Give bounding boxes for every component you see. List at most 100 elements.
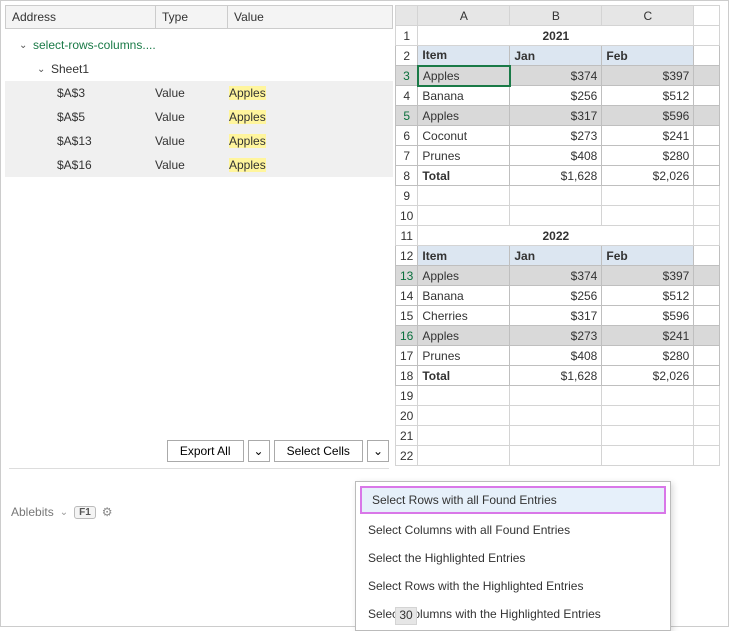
gear-icon[interactable]: ⚙ — [102, 505, 113, 519]
export-all-button[interactable]: Export All — [167, 440, 244, 462]
row-header-18[interactable]: 18 — [396, 366, 418, 386]
col-header-A[interactable]: A — [418, 6, 510, 26]
cell-jan[interactable]: $317 — [510, 306, 602, 326]
export-all-dropdown[interactable]: ⌄ — [248, 440, 270, 462]
chevron-down-icon[interactable]: ⌄ — [37, 64, 47, 75]
cell-feb[interactable]: $397 — [602, 266, 694, 286]
row-header-15[interactable]: 15 — [396, 306, 418, 326]
col-value-header[interactable]: Value — [228, 6, 393, 29]
cell-item[interactable]: Apples — [418, 266, 510, 286]
cell-feb[interactable]: $280 — [602, 146, 694, 166]
cell-total-feb[interactable]: $2,026 — [602, 166, 694, 186]
menu-select-rows-highlighted[interactable]: Select Rows with the Highlighted Entries — [356, 572, 670, 600]
row-header-11[interactable]: 11 — [396, 226, 418, 246]
cell-item[interactable]: Apples — [418, 106, 510, 126]
cell-feb[interactable]: $280 — [602, 346, 694, 366]
cell-item[interactable]: Prunes — [418, 346, 510, 366]
cell-item[interactable]: Banana — [418, 86, 510, 106]
cell-total-label2[interactable]: Total — [418, 366, 510, 386]
cell-jan[interactable]: $256 — [510, 286, 602, 306]
cell-feb[interactable]: $241 — [602, 326, 694, 346]
row-header-13[interactable]: 13 — [396, 266, 418, 286]
row-header-21[interactable]: 21 — [396, 426, 418, 446]
result-value: Apples — [229, 134, 266, 148]
workbook-node[interactable]: ⌄ select-rows-columns.... — [5, 33, 393, 57]
spreadsheet-grid[interactable]: ABC120212ItemJanFeb3Apples$374$3974Banan… — [395, 5, 725, 466]
cell-feb[interactable]: $512 — [602, 286, 694, 306]
row-header-2[interactable]: 2 — [396, 46, 418, 66]
col-header-B[interactable]: B — [510, 6, 602, 26]
result-row[interactable]: $A$5 Value Apples — [5, 105, 393, 129]
row-header-17[interactable]: 17 — [396, 346, 418, 366]
result-value: Apples — [229, 86, 266, 100]
cell-item[interactable]: Coconut — [418, 126, 510, 146]
menu-select-highlighted[interactable]: Select the Highlighted Entries — [356, 544, 670, 572]
cell-jan[interactable]: $256 — [510, 86, 602, 106]
row-header-14[interactable]: 14 — [396, 286, 418, 306]
row-header-8[interactable]: 8 — [396, 166, 418, 186]
cell-feb-hdr1[interactable]: Feb — [602, 46, 694, 66]
result-row[interactable]: $A$3 Value Apples — [5, 81, 393, 105]
cell-feb-hdr2[interactable]: Feb — [602, 246, 694, 266]
cell-year2[interactable]: 2022 — [418, 226, 694, 246]
cell-total-label[interactable]: Total — [418, 166, 510, 186]
cell-item[interactable]: Apples — [418, 66, 510, 86]
menu-select-rows-all-found[interactable]: Select Rows with all Found Entries — [360, 486, 666, 514]
cell-total-jan2[interactable]: $1,628 — [510, 366, 602, 386]
cell-item[interactable]: Prunes — [418, 146, 510, 166]
row-header-1[interactable]: 1 — [396, 26, 418, 46]
cell-jan[interactable]: $273 — [510, 326, 602, 346]
cell-jan[interactable]: $273 — [510, 126, 602, 146]
cell-item[interactable]: Banana — [418, 286, 510, 306]
brand-dropdown-icon[interactable]: ⌄ — [60, 507, 68, 518]
cell-feb[interactable]: $241 — [602, 126, 694, 146]
row-header-6[interactable]: 6 — [396, 126, 418, 146]
chevron-down-icon[interactable]: ⌄ — [19, 40, 29, 51]
row-header-7[interactable]: 7 — [396, 146, 418, 166]
row-header-5[interactable]: 5 — [396, 106, 418, 126]
cell-jan[interactable]: $317 — [510, 106, 602, 126]
row-header-12[interactable]: 12 — [396, 246, 418, 266]
col-address-header[interactable]: Address — [6, 6, 156, 29]
cell-jan[interactable]: $374 — [510, 66, 602, 86]
corner-cell[interactable] — [396, 6, 418, 26]
cell-feb[interactable]: $596 — [602, 306, 694, 326]
row-header-10[interactable]: 10 — [396, 206, 418, 226]
result-type: Value — [155, 134, 229, 148]
col-type-header[interactable]: Type — [156, 6, 228, 29]
cell-feb[interactable]: $596 — [602, 106, 694, 126]
result-address: $A$13 — [5, 134, 155, 148]
result-row[interactable]: $A$13 Value Apples — [5, 129, 393, 153]
cell-jan[interactable]: $408 — [510, 146, 602, 166]
cell-feb[interactable]: $397 — [602, 66, 694, 86]
cell-jan[interactable]: $374 — [510, 266, 602, 286]
cell-item-hdr2[interactable]: Item — [418, 246, 510, 266]
row-header-4[interactable]: 4 — [396, 86, 418, 106]
row-header-30[interactable]: 30 — [395, 607, 417, 625]
sheet-node[interactable]: ⌄ Sheet1 — [5, 57, 393, 81]
row-header-20[interactable]: 20 — [396, 406, 418, 426]
row-header-22[interactable]: 22 — [396, 446, 418, 466]
result-row[interactable]: $A$16 Value Apples — [5, 153, 393, 177]
cell-jan-hdr1[interactable]: Jan — [510, 46, 602, 66]
select-cells-button[interactable]: Select Cells — [274, 440, 363, 462]
sheet-label: Sheet1 — [51, 62, 89, 76]
row-header-16[interactable]: 16 — [396, 326, 418, 346]
cell-item[interactable]: Apples — [418, 326, 510, 346]
result-type: Value — [155, 110, 229, 124]
col-header-C[interactable]: C — [602, 6, 694, 26]
cell-jan-hdr2[interactable]: Jan — [510, 246, 602, 266]
cell-year1[interactable]: 2021 — [418, 26, 694, 46]
cell-feb[interactable]: $512 — [602, 86, 694, 106]
cell-total-feb2[interactable]: $2,026 — [602, 366, 694, 386]
help-f1-button[interactable]: F1 — [74, 506, 96, 519]
select-cells-dropdown[interactable]: ⌄ — [367, 440, 389, 462]
cell-item[interactable]: Cherries — [418, 306, 510, 326]
row-header-9[interactable]: 9 — [396, 186, 418, 206]
row-header-19[interactable]: 19 — [396, 386, 418, 406]
cell-jan[interactable]: $408 — [510, 346, 602, 366]
row-header-3[interactable]: 3 — [396, 66, 418, 86]
cell-total-jan[interactable]: $1,628 — [510, 166, 602, 186]
cell-item-hdr1[interactable]: Item — [418, 46, 510, 66]
menu-select-cols-all-found[interactable]: Select Columns with all Found Entries — [356, 516, 670, 544]
